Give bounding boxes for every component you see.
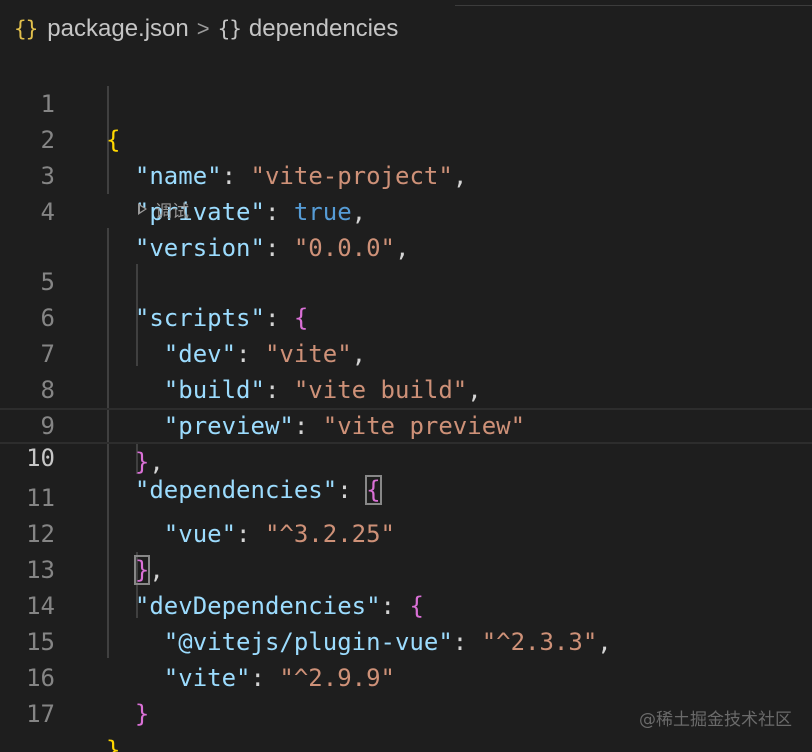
code-line[interactable]: 13 "devDependencies": { (0, 516, 812, 620)
code-line[interactable]: 16 } (0, 624, 812, 728)
line-number: 17 (26, 700, 55, 728)
line-number: 4 (40, 198, 55, 226)
code-line[interactable]: 7 "build": "vite build", (0, 300, 812, 404)
brace: } (134, 700, 150, 728)
breadcrumb-file[interactable]: package.json (47, 15, 188, 43)
json-braces-icon: {} (14, 17, 38, 41)
code-line-current[interactable]: 10 "dependencies": { (0, 408, 812, 505)
code-line[interactable]: 14 "@vitejs/plugin-vue": "^2.3.3", (0, 552, 812, 656)
code-area[interactable]: 1 { 2 "name": "vite-project", 3 "private… (0, 50, 812, 752)
comma: , (351, 198, 367, 226)
code-line[interactable]: 8 "preview": "vite preview" (0, 336, 812, 440)
code-line[interactable]: 2 "name": "vite-project", (0, 86, 812, 190)
code-line[interactable]: 5 "scripts": { (0, 228, 812, 332)
code-line[interactable]: 15 "vite": "^2.9.9" (0, 588, 812, 692)
brace: } (106, 736, 121, 752)
json-boolean: true (293, 198, 352, 226)
code-line[interactable]: 12 }, (0, 480, 812, 585)
code-line[interactable]: 17 } (0, 660, 812, 752)
code-line[interactable]: 9 }, (0, 372, 812, 476)
code-line[interactable]: 1 { (0, 50, 812, 154)
breadcrumb-symbol[interactable]: dependencies (249, 15, 398, 43)
code-line[interactable]: 4 "version": "0.0.0", (0, 158, 812, 262)
code-line[interactable]: 11 "vue": "^3.2.25" (0, 444, 812, 548)
play-icon (138, 203, 147, 215)
object-braces-icon: {} (217, 17, 242, 41)
breadcrumb-chevron-icon: > (196, 16, 210, 41)
colon: : (264, 198, 294, 226)
code-editor[interactable]: {} package.json > {} dependencies 1 { 2 … (0, 0, 812, 752)
breadcrumb: {} package.json > {} dependencies (14, 12, 398, 46)
watermark: @稀土掘金技术社区 (639, 710, 792, 730)
codelens-debug[interactable]: 调试 (138, 196, 189, 222)
code-line[interactable]: 6 "dev": "vite", (0, 264, 812, 368)
tab-bar-edge (455, 0, 812, 6)
code-line[interactable]: 3 "private": true, (0, 122, 812, 226)
codelens-label: 调试 (155, 201, 189, 222)
